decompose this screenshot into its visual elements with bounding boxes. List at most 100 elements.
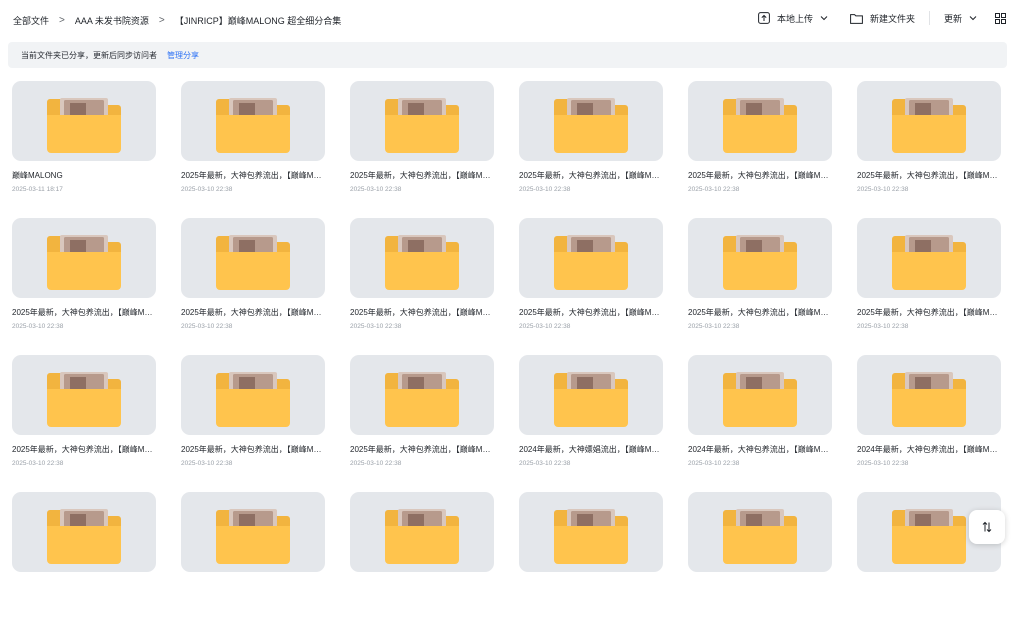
folder-thumbnail <box>181 492 325 572</box>
folder-thumbnail <box>12 355 156 435</box>
folder-item[interactable]: 2025年最新，大神包养流出，【巅峰MALONG】 2025-03-10 22:3… <box>857 81 1001 218</box>
folder-thumbnail <box>350 492 494 572</box>
folder-item[interactable]: 2025年最新，大神包养流出，【巅峰MALONG】 2025-03-10 22:3… <box>519 218 663 355</box>
folder-item[interactable]: 2024年最新，大神包养流出，【巅峰MALONG】 2025-03-10 22:3… <box>688 355 832 492</box>
folder-icon <box>892 235 966 290</box>
folder-thumbnail <box>12 492 156 572</box>
folder-item[interactable]: 2025年最新，大神包养流出，【巅峰MALONG】 2025-03-10 22:3… <box>688 218 832 355</box>
folder-thumbnail <box>181 355 325 435</box>
folder-date: 2025-03-10 22:38 <box>857 460 909 467</box>
folder-thumbnail <box>12 218 156 298</box>
folder-item[interactable] <box>12 492 156 629</box>
grid-view-icon <box>995 12 1006 24</box>
folder-icon <box>47 509 121 564</box>
folder-name: 2025年最新，大神包养流出，【巅峰MALONG】 <box>519 171 663 180</box>
upload-label: 本地上传 <box>776 13 813 24</box>
folder-thumbnail <box>519 218 663 298</box>
folder-item[interactable]: 2024年最新，大神嫖娼流出，【巅峰MALONG】 2025-03-10 22:3… <box>519 355 663 492</box>
folder-icon <box>554 98 628 153</box>
folder-date: 2025-03-10 22:38 <box>181 186 233 193</box>
folder-name: 2025年最新，大神包养流出，【巅峰MALONG】 <box>181 308 325 317</box>
toolbar: 本地上传 新建文件夹 更新 <box>758 11 1006 25</box>
manage-share-link[interactable]: 管理分享 <box>167 50 199 61</box>
grid-view-toggle[interactable] <box>995 12 1006 24</box>
folder-item[interactable]: 2025年最新，大神包养流出，【巅峰MALONG】 2025-03-10 22:3… <box>857 218 1001 355</box>
chevron-down-icon <box>820 16 828 21</box>
folder-name: 2025年最新，大神包养流出，【巅峰MALONG】 <box>688 308 832 317</box>
folder-outline-icon <box>850 13 863 24</box>
folder-item[interactable]: 2025年最新，大神包养流出，【巅峰MALONG】 2025-03-10 22:3… <box>12 218 156 355</box>
folder-icon <box>892 509 966 564</box>
folder-icon <box>892 98 966 153</box>
folder-icon <box>216 98 290 153</box>
folder-date: 2025-03-10 22:38 <box>181 323 233 330</box>
folder-name: 2025年最新，大神包养流出，【巅峰MALONG】 <box>350 308 494 317</box>
folder-item[interactable]: 2024年最新，大神包养流出，【巅峰MALONG】 2025-03-10 22:3… <box>857 355 1001 492</box>
new-folder-button[interactable]: 新建文件夹 <box>850 12 915 25</box>
folder-item[interactable]: 2025年最新，大神包养流出，【巅峰MALONG】 2025-03-10 22:3… <box>350 218 494 355</box>
folder-icon <box>554 509 628 564</box>
toolbar-divider <box>928 11 930 25</box>
folder-name: 2025年最新，大神包养流出，【巅峰MALONG】 <box>857 171 1001 180</box>
sort-label: 更新 <box>943 13 962 24</box>
folder-icon <box>385 372 459 427</box>
folder-date: 2025-03-10 22:38 <box>688 323 740 330</box>
share-notice-bar: 当前文件夹已分享，更新后同步访问者 管理分享 <box>8 42 1007 68</box>
folder-name: 2025年最新，大神包养流出，【巅峰MALONG】 <box>181 171 325 180</box>
breadcrumb-separator-icon: > <box>158 15 165 26</box>
breadcrumb-parent[interactable]: AAA 未发书院资源 <box>75 14 149 27</box>
folder-date: 2025-03-10 22:38 <box>350 323 402 330</box>
folder-item[interactable]: 2025年最新，大神包养流出，【巅峰MALONG】 2025-03-10 22:3… <box>181 355 325 492</box>
folder-name: 2025年最新，大神包养流出，【巅峰MALONG】 <box>857 308 1001 317</box>
folder-thumbnail <box>857 218 1001 298</box>
folder-name: 2025年最新，大神包养流出，【巅峰MALONG】 <box>350 171 494 180</box>
folder-date: 2025-03-10 22:38 <box>857 323 909 330</box>
folder-icon <box>554 235 628 290</box>
folder-item[interactable]: 2025年最新，大神包养流出，【巅峰MALONG】 2025-03-10 22:3… <box>519 81 663 218</box>
folder-item[interactable] <box>181 492 325 629</box>
folder-name: 2025年最新，大神包养流出，【巅峰MALONG】 <box>12 445 156 454</box>
folder-item[interactable]: 2025年最新，大神包养流出，【巅峰MALONG】 2025-03-10 22:3… <box>181 218 325 355</box>
folder-thumbnail <box>519 492 663 572</box>
new-folder-label: 新建文件夹 <box>869 13 915 24</box>
folder-date: 2025-03-11 18:17 <box>12 186 63 193</box>
sort-dropdown[interactable]: 更新 <box>944 12 977 25</box>
folder-thumbnail <box>181 81 325 161</box>
folder-date: 2025-03-10 22:38 <box>350 186 402 193</box>
folder-date: 2025-03-10 22:38 <box>688 186 740 193</box>
folder-name: 2024年最新，大神嫖娼流出，【巅峰MALONG】 <box>519 445 663 454</box>
folder-item[interactable] <box>688 492 832 629</box>
breadcrumb-root[interactable]: 全部文件 <box>13 14 49 27</box>
folder-item[interactable]: 2025年最新，大神包养流出，【巅峰MALONG】 2025-03-10 22:3… <box>12 355 156 492</box>
folder-item[interactable]: 2025年最新，大神包养流出，【巅峰MALONG】 2025-03-10 22:3… <box>181 81 325 218</box>
folder-thumbnail <box>181 218 325 298</box>
folder-thumbnail <box>857 355 1001 435</box>
breadcrumb-separator-icon: > <box>59 15 65 26</box>
folder-date: 2025-03-10 22:38 <box>857 186 909 193</box>
folder-icon <box>723 509 797 564</box>
folder-date: 2025-03-10 22:38 <box>519 186 571 193</box>
folder-item[interactable]: 2025年最新，大神包养流出，【巅峰MALONG】 2025-03-10 22:3… <box>350 81 494 218</box>
folder-item[interactable]: 巅峰MALONG 2025-03-11 18:17 <box>12 81 156 218</box>
folder-date: 2025-03-10 22:38 <box>519 323 571 330</box>
folder-date: 2025-03-10 22:38 <box>350 460 402 467</box>
folder-icon <box>723 98 797 153</box>
folder-item[interactable]: 2025年最新，大神包养流出，【巅峰MALONG】 2025-03-10 22:3… <box>688 81 832 218</box>
folder-name: 2025年最新，大神包养流出，【巅峰MALONG】 <box>181 445 325 454</box>
folder-item[interactable] <box>519 492 663 629</box>
folder-name: 巅峰MALONG <box>12 171 63 180</box>
folder-name: 2024年最新，大神包养流出，【巅峰MALONG】 <box>857 445 1001 454</box>
upload-icon <box>758 12 770 24</box>
folder-icon <box>385 509 459 564</box>
folder-icon <box>216 372 290 427</box>
folder-icon <box>47 235 121 290</box>
folder-item[interactable] <box>350 492 494 629</box>
folder-item[interactable]: 2025年最新，大神包养流出，【巅峰MALONG】 2025-03-10 22:3… <box>350 355 494 492</box>
folder-icon <box>554 372 628 427</box>
folder-icon <box>723 235 797 290</box>
chevron-down-icon <box>969 16 977 21</box>
upload-button[interactable]: 本地上传 <box>758 12 828 25</box>
sort-toggle-button[interactable] <box>969 510 1005 544</box>
folder-date: 2025-03-10 22:38 <box>12 460 64 467</box>
folder-thumbnail <box>688 81 832 161</box>
